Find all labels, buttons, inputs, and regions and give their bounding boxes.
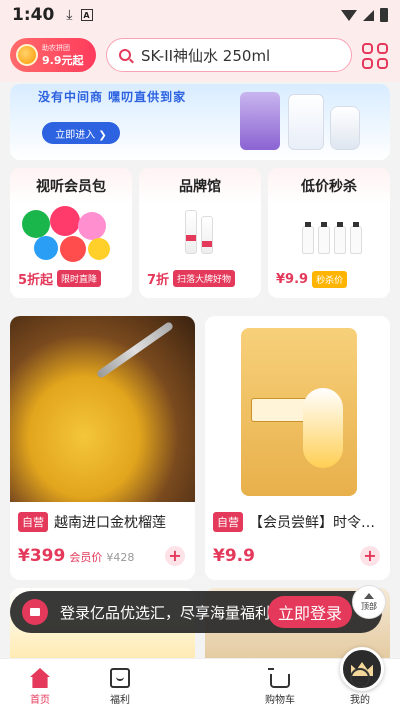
category-grid-icon[interactable]	[362, 43, 388, 69]
login-now-button[interactable]: 立即登录	[267, 596, 352, 628]
banner-product-image	[330, 106, 360, 150]
add-to-cart-button[interactable]: +	[165, 546, 185, 566]
category-title: 低价秒杀	[268, 168, 390, 204]
promo-label: 助农拼团	[42, 43, 70, 52]
status-time: 1:40	[12, 5, 55, 25]
back-to-top-label: 顶部	[361, 601, 377, 611]
category-tag: 限时直降	[57, 270, 102, 287]
brand-products-image	[149, 206, 249, 262]
profile-icon	[350, 668, 370, 688]
banner-enter-button[interactable]: 立即进入 ❯	[42, 122, 120, 144]
search-box[interactable]: SK-II神仙水 250ml	[106, 38, 352, 72]
nav-item-vip[interactable]	[160, 647, 384, 710]
banner-product-image	[240, 92, 280, 150]
status-bar: 1:40 ⤓ A	[0, 0, 400, 30]
top-header: 助农拼团 9.9元起 SK-II神仙水 250ml	[0, 30, 400, 82]
app-logo-icon	[22, 599, 48, 625]
add-to-cart-button[interactable]: +	[360, 546, 380, 566]
search-icon	[119, 49, 131, 61]
back-to-top-button[interactable]: 顶部	[352, 585, 386, 619]
bottom-navigation: 首页 福利 购物车 我的	[0, 647, 400, 710]
membership-apps-image	[20, 206, 120, 262]
orange-icon	[16, 44, 38, 66]
product-name: 越南进口金枕榴莲	[54, 515, 166, 531]
nav-item-welfare[interactable]: 福利	[80, 659, 160, 710]
search-placeholder: SK-II神仙水 250ml	[141, 46, 271, 65]
download-icon: ⤓	[66, 7, 73, 23]
cart-icon	[268, 668, 290, 688]
login-prompt-bar: 登录亿品优选汇，尽享海量福利 立即登录	[10, 591, 382, 633]
self-operated-badge: 自营	[18, 512, 48, 532]
category-discount: 5折起	[18, 273, 54, 288]
promo-price: 9.9元起	[42, 53, 84, 67]
category-discount: ¥9.9	[276, 272, 309, 287]
group-buy-promo[interactable]: 助农拼团 9.9元起	[10, 38, 96, 72]
wifi-icon	[341, 9, 357, 21]
self-operated-badge: 自营	[213, 512, 243, 532]
nav-label: 福利	[110, 695, 130, 706]
category-tag: 扫落大牌好物	[173, 270, 236, 287]
category-cards: 视听会员包 5折起 限时直降 品牌馆 7折 扫落大牌好物 低价秒杀 ¥9.9 秒…	[10, 168, 390, 298]
product-price: ¥9.9	[213, 546, 255, 566]
category-title: 视听会员包	[10, 168, 132, 204]
battery-icon	[380, 8, 388, 22]
login-prompt-message: 登录亿品优选汇，尽享海量福利	[60, 603, 271, 622]
banner-product-image	[288, 94, 324, 150]
product-card[interactable]: 自营 越南进口金枕榴莲 ¥399 会员价 ¥428 +	[10, 316, 195, 580]
category-tag: 秒杀价	[312, 271, 348, 288]
gift-bag-icon	[110, 668, 130, 688]
banner-slogan: 没有中间商 嘿叨直供到家	[38, 90, 187, 104]
product-name: 【会员尝鲜】时令香稻米	[249, 515, 383, 531]
product-image-rice	[205, 316, 390, 502]
nav-item-home[interactable]: 首页	[0, 659, 80, 710]
arrow-up-icon	[364, 592, 374, 599]
nav-item-mine[interactable]: 我的	[320, 659, 400, 710]
signal-icon	[363, 9, 374, 21]
nav-label: 首页	[30, 695, 50, 706]
flash-sale-drinks-image	[278, 206, 378, 262]
category-card-brand-hall[interactable]: 品牌馆 7折 扫落大牌好物	[139, 168, 261, 298]
nav-label: 我的	[350, 695, 370, 706]
promo-banner[interactable]: 没有中间商 嘿叨直供到家 立即进入 ❯	[10, 84, 390, 160]
product-price: ¥399	[18, 546, 66, 566]
notification-a-icon: A	[80, 9, 93, 21]
category-card-flash-sale[interactable]: 低价秒杀 ¥9.9 秒杀价	[268, 168, 390, 298]
nav-label: 购物车	[265, 695, 295, 706]
product-card[interactable]: 自营 【会员尝鲜】时令香稻米 ¥9.9 +	[205, 316, 390, 580]
member-price-label: 会员价	[69, 551, 103, 564]
category-title: 品牌馆	[139, 168, 261, 204]
product-image-durian	[10, 316, 195, 502]
product-feed: 自营 越南进口金枕榴莲 ¥399 会员价 ¥428 + 自营 【会员尝鲜】时令香…	[10, 316, 390, 580]
home-icon	[30, 668, 50, 688]
category-discount: 7折	[147, 273, 170, 288]
original-price: ¥428	[106, 551, 135, 564]
nav-item-cart[interactable]: 购物车	[240, 659, 320, 710]
category-card-video-membership[interactable]: 视听会员包 5折起 限时直降	[10, 168, 132, 298]
